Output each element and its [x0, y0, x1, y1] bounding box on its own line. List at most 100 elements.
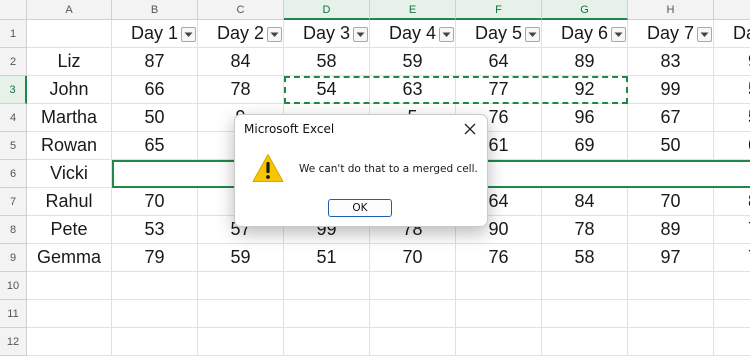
ok-button[interactable]: OK	[328, 199, 392, 217]
grid-cell[interactable]	[456, 272, 542, 300]
column-header[interactable]: G	[542, 0, 628, 20]
column-header[interactable]: D	[284, 0, 370, 20]
score-cell[interactable]: 6	[714, 132, 750, 160]
table-header-cell[interactable]: Day 1	[112, 20, 198, 48]
score-cell[interactable]: 84	[542, 188, 628, 216]
table-header-cell[interactable]	[27, 20, 112, 48]
name-cell[interactable]: John	[27, 76, 112, 104]
grid-cell[interactable]	[198, 328, 284, 356]
grid-cell[interactable]	[714, 300, 750, 328]
score-cell[interactable]: 96	[542, 104, 628, 132]
table-header-cell[interactable]: Day 7	[628, 20, 714, 48]
score-cell[interactable]: 53	[112, 216, 198, 244]
name-cell[interactable]: Rowan	[27, 132, 112, 160]
table-header-cell[interactable]: Day 5	[456, 20, 542, 48]
dialog-close-button[interactable]	[459, 118, 481, 140]
grid-cell[interactable]	[370, 328, 456, 356]
grid-cell[interactable]	[542, 272, 628, 300]
name-cell[interactable]: Martha	[27, 104, 112, 132]
grid-cell[interactable]	[370, 272, 456, 300]
row-header[interactable]: 8	[0, 216, 27, 244]
grid-cell[interactable]	[27, 300, 112, 328]
name-cell[interactable]: Rahul	[27, 188, 112, 216]
score-cell[interactable]: 59	[198, 244, 284, 272]
score-cell[interactable]: 51	[284, 244, 370, 272]
score-cell[interactable]: 58	[284, 48, 370, 76]
score-cell[interactable]: 92	[542, 76, 628, 104]
score-cell[interactable]: 69	[542, 132, 628, 160]
score-cell[interactable]: 84	[198, 48, 284, 76]
score-cell[interactable]: 79	[112, 244, 198, 272]
score-cell[interactable]: 5	[714, 76, 750, 104]
filter-dropdown-button[interactable]	[697, 27, 712, 42]
grid-cell[interactable]	[112, 272, 198, 300]
score-cell[interactable]: 77	[456, 76, 542, 104]
column-header[interactable]: H	[628, 0, 714, 20]
score-cell[interactable]: 65	[112, 132, 198, 160]
table-header-cell[interactable]: Day 3	[284, 20, 370, 48]
grid-cell[interactable]	[628, 272, 714, 300]
score-cell[interactable]: 89	[542, 48, 628, 76]
row-header[interactable]: 12	[0, 328, 27, 356]
grid-cell[interactable]	[628, 300, 714, 328]
name-cell[interactable]: Gemma	[27, 244, 112, 272]
score-cell[interactable]: 58	[542, 244, 628, 272]
filter-dropdown-button[interactable]	[267, 27, 282, 42]
row-header[interactable]: 7	[0, 188, 27, 216]
score-cell[interactable]: 50	[628, 132, 714, 160]
table-header-cell[interactable]: Day 6	[542, 20, 628, 48]
grid-cell[interactable]	[27, 328, 112, 356]
row-header[interactable]: 3	[0, 76, 27, 104]
select-all-corner[interactable]	[0, 0, 27, 20]
score-cell[interactable]: 7	[714, 216, 750, 244]
grid-cell[interactable]	[456, 300, 542, 328]
score-cell[interactable]: 7	[714, 244, 750, 272]
grid-cell[interactable]	[370, 300, 456, 328]
name-cell[interactable]: Liz	[27, 48, 112, 76]
column-header[interactable]: F	[456, 0, 542, 20]
row-header[interactable]: 9	[0, 244, 27, 272]
score-cell[interactable]: 76	[456, 244, 542, 272]
grid-cell[interactable]	[714, 272, 750, 300]
score-cell[interactable]: 78	[198, 76, 284, 104]
grid-cell[interactable]	[112, 328, 198, 356]
filter-dropdown-button[interactable]	[353, 27, 368, 42]
grid-cell[interactable]	[628, 328, 714, 356]
row-header[interactable]: 5	[0, 132, 27, 160]
grid-cell[interactable]	[284, 328, 370, 356]
score-cell[interactable]: 5	[714, 104, 750, 132]
filter-dropdown-button[interactable]	[439, 27, 454, 42]
filter-dropdown-button[interactable]	[525, 27, 540, 42]
grid-cell[interactable]	[542, 300, 628, 328]
score-cell[interactable]: 78	[542, 216, 628, 244]
grid-cell[interactable]	[284, 272, 370, 300]
row-header[interactable]: 1	[0, 20, 27, 48]
grid-cell[interactable]	[198, 272, 284, 300]
score-cell[interactable]: 54	[284, 76, 370, 104]
score-cell[interactable]: 70	[628, 188, 714, 216]
score-cell[interactable]: 67	[628, 104, 714, 132]
name-cell[interactable]: Vicki	[27, 160, 112, 188]
row-header[interactable]: 6	[0, 160, 27, 188]
score-cell[interactable]: 63	[370, 76, 456, 104]
filter-dropdown-button[interactable]	[181, 27, 196, 42]
column-header[interactable]: E	[370, 0, 456, 20]
score-cell[interactable]: 70	[370, 244, 456, 272]
score-cell[interactable]: 59	[370, 48, 456, 76]
table-header-cell[interactable]: Da	[714, 20, 750, 48]
grid-cell[interactable]	[284, 300, 370, 328]
column-header[interactable]: B	[112, 0, 198, 20]
column-header[interactable]: A	[27, 0, 112, 20]
row-header[interactable]: 4	[0, 104, 27, 132]
score-cell[interactable]: 66	[112, 76, 198, 104]
score-cell[interactable]: 8	[714, 188, 750, 216]
score-cell[interactable]: 83	[628, 48, 714, 76]
row-header[interactable]: 2	[0, 48, 27, 76]
score-cell[interactable]: 70	[112, 188, 198, 216]
grid-cell[interactable]	[542, 328, 628, 356]
grid-cell[interactable]	[27, 272, 112, 300]
row-header[interactable]: 11	[0, 300, 27, 328]
grid-cell[interactable]	[456, 328, 542, 356]
table-header-cell[interactable]: Day 4	[370, 20, 456, 48]
table-header-cell[interactable]: Day 2	[198, 20, 284, 48]
